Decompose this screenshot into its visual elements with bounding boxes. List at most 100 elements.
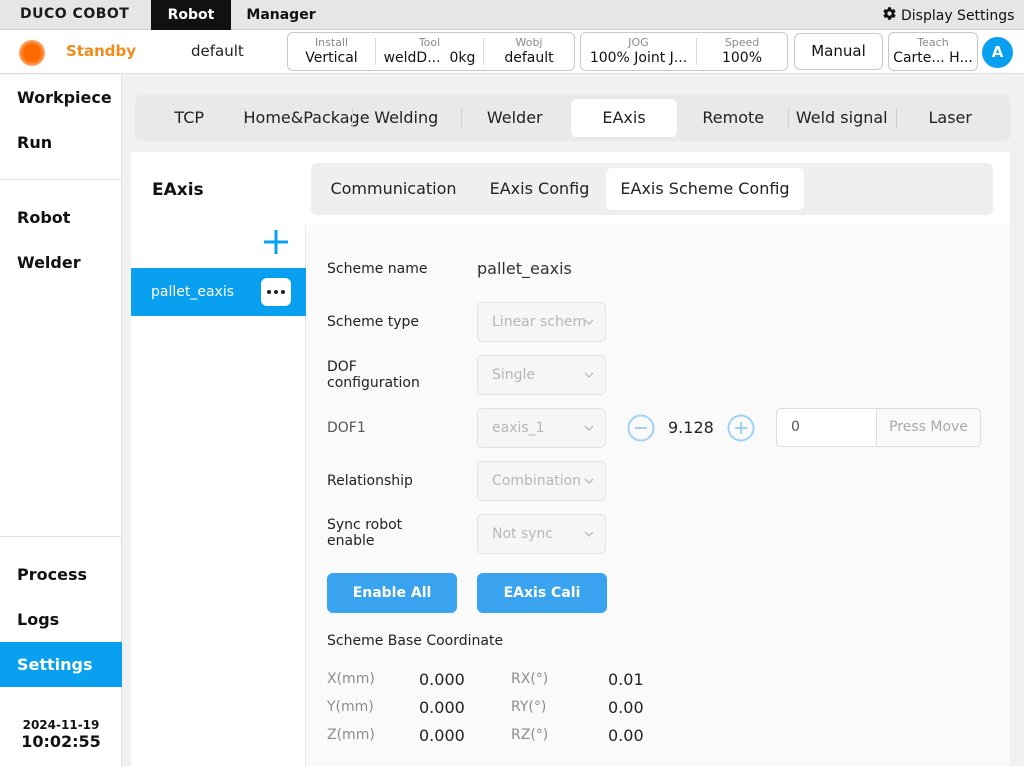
section-title: EAxis	[152, 180, 204, 200]
sync-robot-label: Sync robot enable	[327, 517, 403, 549]
dof-config-select[interactable]: Single	[477, 355, 606, 395]
tab-home-package[interactable]: Home&Package	[243, 99, 370, 137]
jog-cell[interactable]: JOG 100% Joint J...	[581, 36, 697, 66]
wobj-value: default	[504, 50, 554, 66]
brand-logo: DUCO COBOT	[20, 6, 130, 22]
teach-label: Teach	[917, 36, 949, 49]
dof-config-label: DOF configuration	[327, 359, 420, 391]
tab-laser[interactable]: Laser	[896, 99, 1005, 137]
relationship-select[interactable]: Combination	[477, 461, 606, 501]
chevron-down-icon	[584, 319, 594, 325]
top-navigation: DUCO COBOT Robot Manager Display Setting…	[0, 0, 1024, 30]
coord-ry-value: 0.00	[608, 698, 644, 717]
scheme-name-value: pallet_eaxis	[477, 259, 572, 278]
tab-welder[interactable]: Welder	[460, 99, 570, 137]
tab-welding[interactable]: Welding	[352, 99, 461, 137]
coord-rx-value: 0.01	[608, 670, 644, 689]
subtab-communication[interactable]: Communication	[321, 168, 466, 210]
program-name: default	[191, 42, 244, 60]
dof1-position-value: 9.128	[668, 418, 714, 437]
nav-tab-manager[interactable]: Manager	[242, 0, 320, 30]
tab-eaxis[interactable]: EAxis	[571, 99, 677, 137]
coord-x-value: 0.000	[419, 670, 465, 689]
sidebar-date: 2024-11-19	[22, 718, 100, 732]
move-distance-input[interactable]: 0	[776, 408, 877, 447]
scheme-type-value: Linear schem	[492, 314, 587, 330]
coord-x-label: X(mm)	[327, 671, 375, 687]
sidebar-item-robot[interactable]: Robot	[0, 195, 122, 240]
tool-value-line: weldD... 0kg	[384, 49, 476, 67]
coord-z-value: 0.000	[419, 726, 465, 745]
jog-speed-selector[interactable]: JOG 100% Joint J... Speed 100%	[580, 32, 788, 71]
sidebar-item-welder[interactable]: Welder	[0, 240, 122, 285]
dof-config-value: Single	[492, 367, 536, 383]
tool-label: Tool	[418, 36, 441, 49]
chevron-down-icon	[584, 425, 594, 431]
sync-robot-select[interactable]: Not sync	[477, 514, 606, 554]
gear-icon	[882, 6, 897, 25]
add-scheme-icon[interactable]	[263, 229, 289, 255]
tab-tcp[interactable]: TCP	[135, 99, 244, 137]
scheme-form	[307, 225, 1010, 766]
relationship-label: Relationship	[327, 473, 413, 489]
coord-ry-label: RY(°)	[511, 699, 547, 715]
coord-rz-value: 0.00	[608, 726, 644, 745]
more-options-icon[interactable]	[261, 278, 291, 306]
display-settings-button[interactable]: Display Settings	[882, 6, 1014, 25]
scheme-type-label: Scheme type	[327, 314, 420, 330]
sidebar-divider	[0, 179, 122, 180]
press-move-button[interactable]: Press Move	[876, 408, 981, 447]
install-value: Vertical	[305, 50, 358, 66]
teach-cell[interactable]: Teach Carte... H...	[889, 36, 977, 66]
eaxis-sub-tab-bar: Communication EAxis Config EAxis Scheme …	[311, 163, 993, 215]
tool-cell[interactable]: Tool weldD... 0kg	[376, 36, 484, 67]
install-cell[interactable]: Install Vertical	[288, 36, 376, 66]
chevron-down-icon	[584, 531, 594, 537]
sidebar: Workpiece Run Robot Welder Process Logs …	[0, 75, 122, 766]
wobj-cell[interactable]: Wobj default	[484, 36, 574, 66]
display-settings-label: Display Settings	[901, 7, 1015, 24]
tool-value: weldD...	[383, 50, 441, 66]
settings-tab-bar: TCP Home&Package Welding Welder EAxis Re…	[135, 95, 1010, 141]
install-label: Install	[314, 36, 349, 49]
subtab-eaxis-scheme-config[interactable]: EAxis Scheme Config	[606, 168, 804, 210]
tool-load: 0kg	[449, 50, 476, 66]
increment-plus-icon[interactable]	[727, 414, 755, 442]
coord-y-value: 0.000	[419, 698, 465, 717]
jog-label: JOG	[628, 36, 649, 49]
user-avatar[interactable]: A	[982, 37, 1013, 68]
eaxis-cali-button[interactable]: EAxis Cali	[477, 573, 607, 613]
sidebar-item-workpiece[interactable]: Workpiece	[0, 75, 122, 120]
coord-rx-label: RX(°)	[511, 671, 549, 687]
enable-all-button[interactable]: Enable All	[327, 573, 457, 613]
teach-selector[interactable]: Teach Carte... H...	[888, 32, 978, 71]
sidebar-item-logs[interactable]: Logs	[0, 597, 122, 642]
relationship-value: Combination	[492, 473, 582, 489]
sidebar-item-settings[interactable]: Settings	[0, 642, 122, 687]
dof1-select[interactable]: eaxis_1	[477, 408, 606, 448]
jog-value: 100% Joint J...	[589, 50, 688, 66]
scheme-type-select[interactable]: Linear schem	[477, 302, 606, 342]
tab-weld-signal[interactable]: Weld signal	[787, 99, 897, 137]
sidebar-item-run[interactable]: Run	[0, 120, 122, 165]
mode-manual-button[interactable]: Manual	[794, 33, 883, 70]
install-tool-wobj-selector[interactable]: Install Vertical Tool weldD... 0kg Wobj …	[287, 32, 575, 71]
sidebar-divider	[0, 536, 122, 537]
chevron-down-icon	[584, 372, 594, 378]
robot-state: Standby	[66, 42, 137, 60]
nav-tab-robot[interactable]: Robot	[151, 0, 231, 30]
dof1-label: DOF1	[327, 420, 366, 436]
wobj-label: Wobj	[515, 36, 543, 49]
tab-remote[interactable]: Remote	[679, 99, 788, 137]
teach-value: Carte... H...	[893, 50, 973, 66]
subtab-eaxis-config[interactable]: EAxis Config	[476, 168, 603, 210]
speed-cell[interactable]: Speed 100%	[697, 36, 787, 66]
sidebar-item-process[interactable]: Process	[0, 552, 122, 597]
base-coordinate-title: Scheme Base Coordinate	[327, 633, 504, 649]
decrement-minus-icon[interactable]	[627, 414, 655, 442]
dof1-value: eaxis_1	[492, 420, 545, 436]
chevron-down-icon	[584, 478, 594, 484]
status-indicator-icon	[19, 40, 45, 66]
speed-value: 100%	[721, 50, 763, 66]
coord-rz-label: RZ(°)	[511, 727, 549, 743]
